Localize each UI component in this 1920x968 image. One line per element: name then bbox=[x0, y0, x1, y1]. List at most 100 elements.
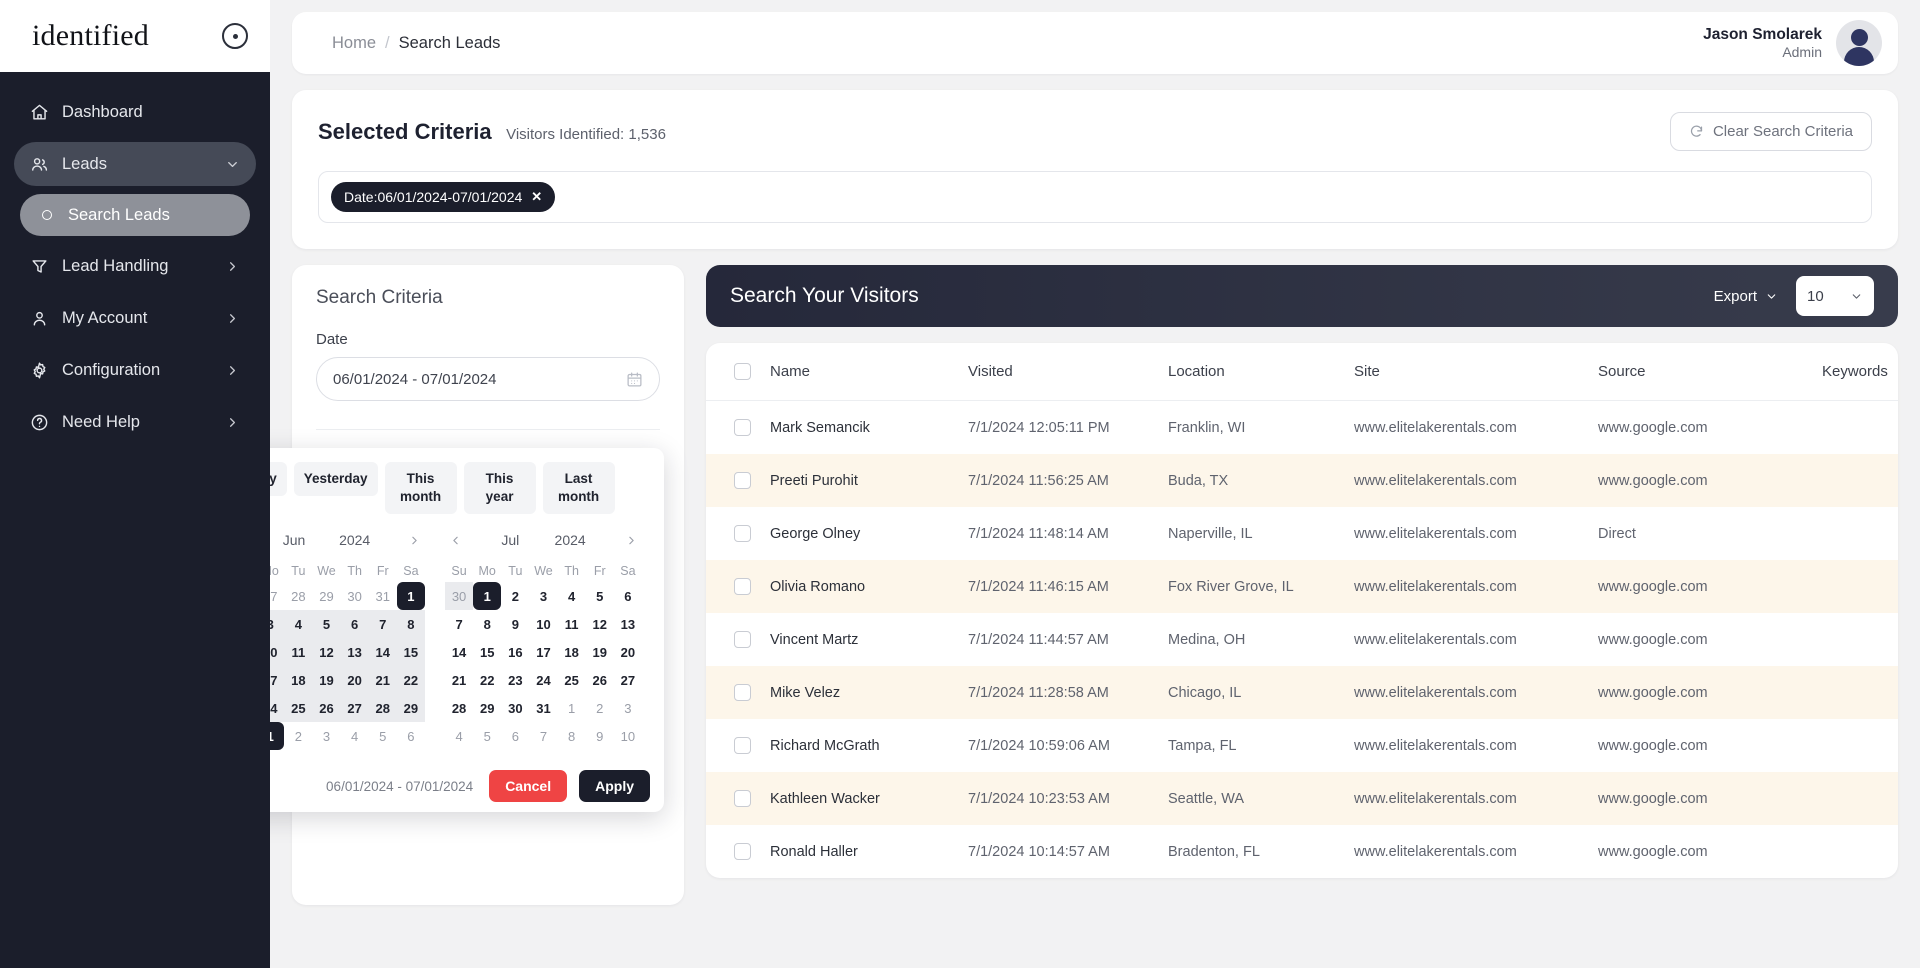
calendar-day[interactable]: 1 bbox=[270, 722, 285, 751]
row-checkbox[interactable] bbox=[734, 684, 751, 701]
sidebar-item-leads[interactable]: Leads bbox=[14, 142, 256, 186]
calendar-day[interactable]: 29 bbox=[473, 694, 501, 722]
breadcrumb-home[interactable]: Home bbox=[332, 34, 376, 53]
calendar-right-month[interactable]: Jul bbox=[501, 532, 519, 548]
calendar-day[interactable]: 10 bbox=[529, 610, 557, 638]
calendar-day[interactable]: 11 bbox=[558, 610, 586, 638]
calendar-day[interactable]: 28 bbox=[368, 694, 397, 723]
calendar-day[interactable]: 24 bbox=[270, 694, 285, 723]
calendar-day[interactable]: 20 bbox=[614, 638, 642, 666]
table-row[interactable]: Kathleen Wacker 7/1/2024 10:23:53 AM Seatt… bbox=[706, 772, 1898, 825]
calendar-day[interactable]: 21 bbox=[368, 666, 397, 695]
calendar-day[interactable]: 3 bbox=[312, 722, 340, 750]
calendar-day[interactable]: 23 bbox=[501, 666, 529, 694]
row-checkbox[interactable] bbox=[734, 737, 751, 754]
calendar-day[interactable]: 3 bbox=[529, 582, 557, 610]
calendar-day[interactable]: 17 bbox=[529, 638, 557, 666]
sidebar-item-lead-handling[interactable]: Lead Handling bbox=[14, 244, 256, 288]
table-row[interactable]: Preeti Purohit 7/1/2024 11:56:25 AM Buda, … bbox=[706, 454, 1898, 507]
calendar-day[interactable]: 5 bbox=[473, 722, 501, 750]
calendar-day[interactable]: 4 bbox=[445, 722, 473, 750]
calendar-day[interactable]: 6 bbox=[340, 610, 369, 639]
calendar-day[interactable]: 28 bbox=[284, 582, 312, 610]
calendar-day[interactable]: 26 bbox=[586, 666, 614, 694]
date-range-input[interactable]: 06/01/2024 - 07/01/2024 bbox=[316, 357, 660, 401]
calendar-day[interactable]: 31 bbox=[369, 582, 397, 610]
close-icon[interactable]: ✕ bbox=[531, 189, 542, 205]
row-checkbox[interactable] bbox=[734, 790, 751, 807]
calendar-day[interactable]: 26 bbox=[312, 694, 341, 723]
preset-this-month[interactable]: This month bbox=[384, 462, 457, 515]
sidebar-item-dashboard[interactable]: Dashboard bbox=[14, 90, 256, 134]
table-row[interactable]: Ronald Haller 7/1/2024 10:14:57 AM Bradent… bbox=[706, 825, 1898, 878]
calendar-day[interactable]: 14 bbox=[368, 638, 397, 667]
page-size-select[interactable]: 10 bbox=[1796, 276, 1874, 316]
clear-search-criteria-button[interactable]: Clear Search Criteria bbox=[1669, 112, 1872, 151]
calendar-day[interactable]: 10 bbox=[614, 722, 642, 750]
calendar-day[interactable]: 3 bbox=[614, 694, 642, 722]
sidebar-item-configuration[interactable]: Configuration bbox=[14, 348, 256, 392]
calendar-day[interactable]: 6 bbox=[614, 582, 642, 610]
calendar-day[interactable]: 5 bbox=[369, 722, 397, 750]
calendar-day[interactable]: 11 bbox=[284, 638, 313, 667]
calendar-day[interactable]: 15 bbox=[396, 638, 425, 667]
table-row[interactable]: Richard McGrath 7/1/2024 10:59:06 AM Tampa… bbox=[706, 719, 1898, 772]
row-checkbox[interactable] bbox=[734, 843, 751, 860]
calendar-day[interactable]: 22 bbox=[396, 666, 425, 695]
user-menu[interactable]: Jason Smolarek Admin bbox=[1703, 20, 1882, 66]
calendar-day[interactable]: 28 bbox=[445, 694, 473, 722]
column-header-keywords[interactable]: Keywords bbox=[1814, 343, 1898, 401]
select-all-checkbox[interactable] bbox=[734, 363, 751, 380]
calendar-day[interactable]: 24 bbox=[529, 666, 557, 694]
calendar-day[interactable]: 10 bbox=[270, 638, 285, 667]
calendar-day[interactable]: 27 bbox=[270, 582, 284, 610]
row-checkbox[interactable] bbox=[734, 631, 751, 648]
calendar-day[interactable]: 9 bbox=[501, 610, 529, 638]
calendar-day[interactable]: 30 bbox=[341, 582, 369, 610]
export-button[interactable]: Export bbox=[1714, 288, 1778, 305]
calendar-day[interactable]: 19 bbox=[312, 666, 341, 695]
calendar-day[interactable]: 2 bbox=[501, 582, 529, 610]
calendar-day[interactable]: 8 bbox=[473, 610, 501, 638]
calendar-day[interactable]: 6 bbox=[397, 722, 425, 750]
calendar-day[interactable]: 4 bbox=[558, 582, 586, 610]
sidebar-item-my-account[interactable]: My Account bbox=[14, 296, 256, 340]
collapse-toggle-icon[interactable] bbox=[222, 23, 248, 49]
column-header-visited[interactable]: Visited bbox=[960, 343, 1160, 401]
calendar-day[interactable]: 30 bbox=[501, 694, 529, 722]
column-header-source[interactable]: Source bbox=[1590, 343, 1814, 401]
calendar-day[interactable]: 7 bbox=[529, 722, 557, 750]
column-header-site[interactable]: Site bbox=[1346, 343, 1590, 401]
calendar-day[interactable]: 12 bbox=[312, 638, 341, 667]
table-row[interactable]: Mark Semancik 7/1/2024 12:05:11 PM Frankli… bbox=[706, 401, 1898, 455]
calendar-left-month[interactable]: Jun bbox=[283, 532, 306, 548]
calendar-day[interactable]: 19 bbox=[586, 638, 614, 666]
calendar-day[interactable]: 16 bbox=[501, 638, 529, 666]
calendar-day[interactable]: 29 bbox=[396, 694, 425, 723]
calendar-day[interactable]: 13 bbox=[614, 610, 642, 638]
calendar-day[interactable]: 20 bbox=[340, 666, 369, 695]
calendar-day[interactable]: 25 bbox=[284, 694, 313, 723]
calendar-day[interactable]: 1 bbox=[558, 694, 586, 722]
preset-yesterday[interactable]: Yesterday bbox=[293, 462, 378, 497]
row-checkbox[interactable] bbox=[734, 419, 751, 436]
preset-last-month[interactable]: Last month bbox=[542, 462, 615, 515]
calendar-day[interactable]: 14 bbox=[445, 638, 473, 666]
calendar-day[interactable]: 3 bbox=[270, 610, 285, 639]
calendar-day[interactable]: 30 bbox=[445, 582, 474, 611]
calendar-day[interactable]: 5 bbox=[586, 582, 614, 610]
column-header-location[interactable]: Location bbox=[1160, 343, 1346, 401]
table-row[interactable]: Mike Velez 7/1/2024 11:28:58 AM Chicago, I… bbox=[706, 666, 1898, 719]
calendar-day[interactable]: 8 bbox=[396, 610, 425, 639]
calendar-day[interactable]: 27 bbox=[614, 666, 642, 694]
chevron-right-icon[interactable] bbox=[621, 534, 642, 547]
row-checkbox[interactable] bbox=[734, 472, 751, 489]
apply-button[interactable]: Apply bbox=[579, 770, 650, 803]
calendar-icon[interactable] bbox=[626, 371, 643, 388]
calendar-day[interactable]: 5 bbox=[312, 610, 341, 639]
table-row[interactable]: Olivia Romano 7/1/2024 11:46:15 AM Fox Riv… bbox=[706, 560, 1898, 613]
calendar-day[interactable]: 1 bbox=[473, 582, 502, 611]
chevron-right-icon[interactable] bbox=[404, 534, 425, 547]
calendar-day[interactable]: 2 bbox=[284, 722, 312, 750]
row-checkbox[interactable] bbox=[734, 578, 751, 595]
